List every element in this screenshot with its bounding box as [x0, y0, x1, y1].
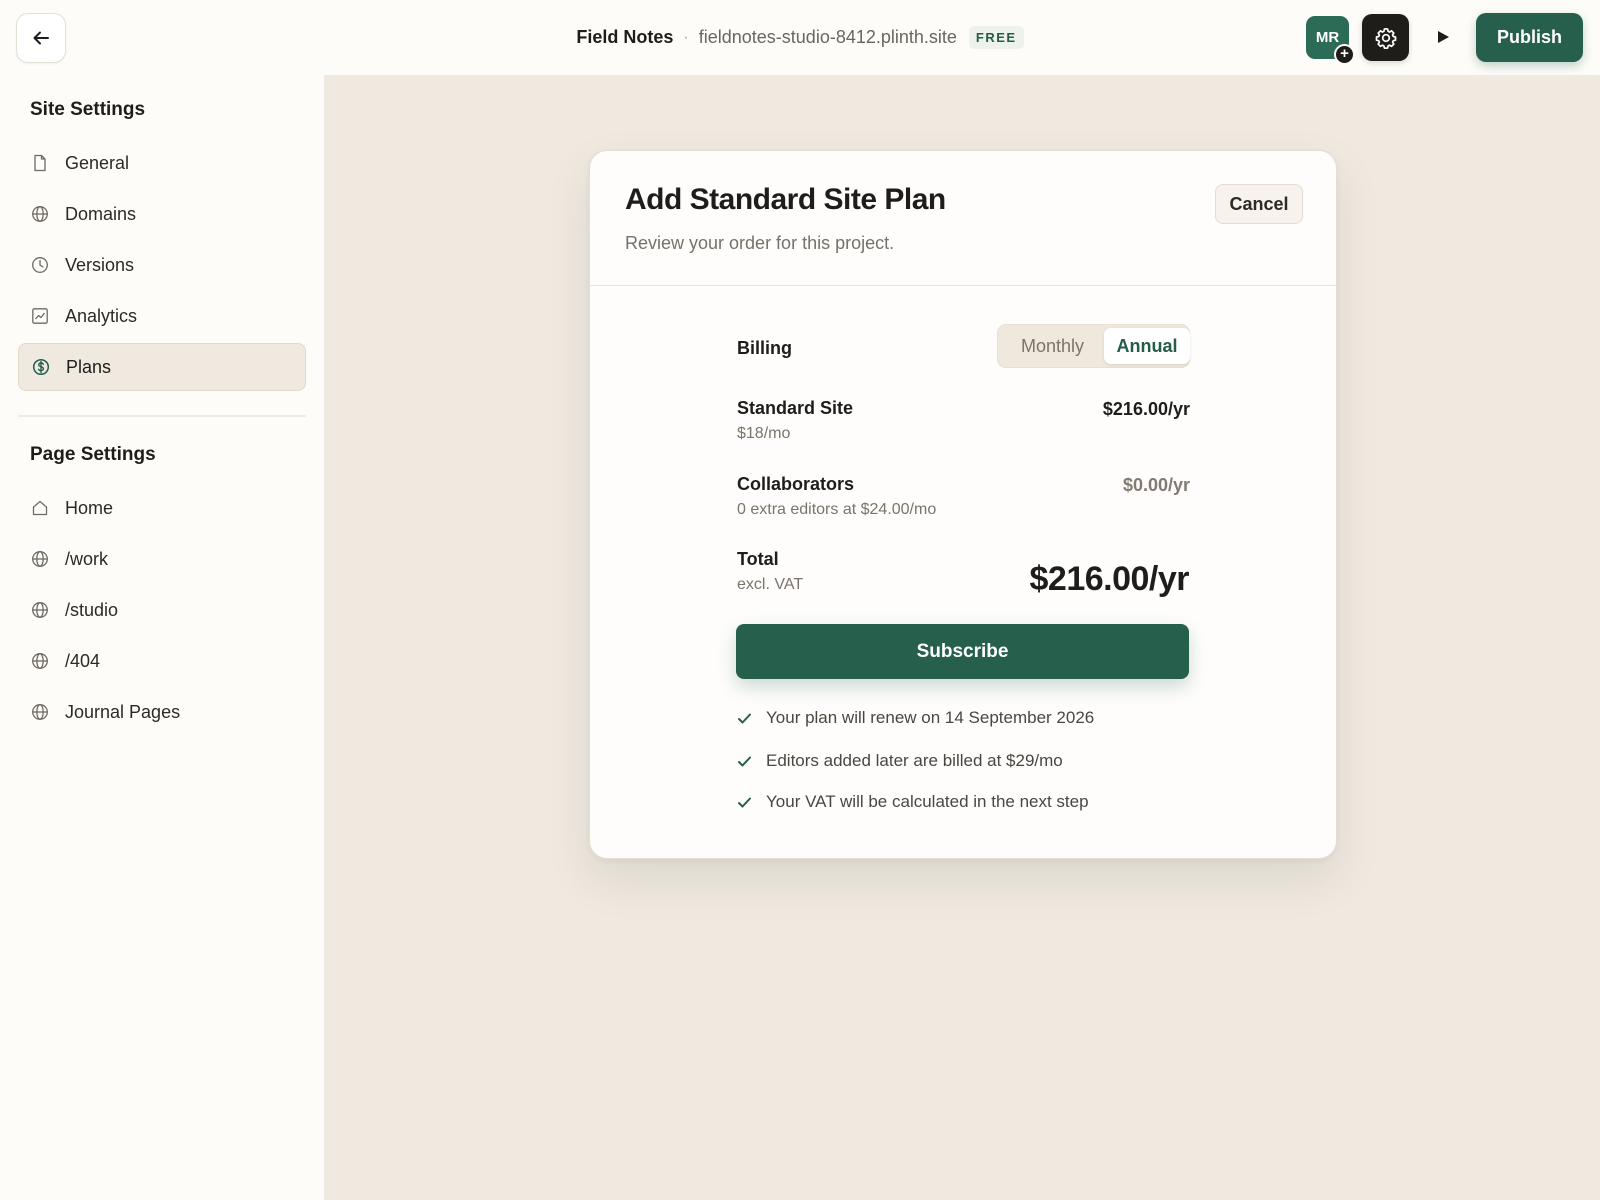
globe-icon	[30, 651, 50, 671]
total-label: Total	[737, 549, 779, 569]
avatar[interactable]: MR +	[1306, 16, 1355, 65]
globe-icon	[30, 204, 50, 224]
collaborators-price: $0.00/yr	[1122, 475, 1190, 495]
page-settings-title: Page Settings	[30, 444, 156, 465]
sidebar-item-label: General	[65, 152, 130, 173]
billing-toggle: Monthly Annual	[997, 324, 1190, 368]
sidebar-item-label: Domains	[65, 203, 137, 224]
sidebar-item-studio[interactable]: /studio	[18, 586, 306, 634]
chart-icon	[30, 306, 50, 326]
site-url[interactable]: fieldnotes-studio-8412.plinth.site	[699, 27, 957, 48]
preview-button[interactable]	[1430, 24, 1456, 50]
sidebar-item-domains[interactable]: Domains	[18, 190, 306, 238]
sidebar-item-general[interactable]: General	[18, 139, 306, 187]
sidebar-item-journal-pages[interactable]: Journal Pages	[18, 688, 306, 736]
billing-label: Billing	[737, 338, 792, 358]
sidebar-item-label: Plans	[66, 356, 112, 377]
clock-icon	[30, 255, 50, 275]
sidebar-item-work[interactable]: /work	[18, 535, 306, 583]
sidebar-item-label: /studio	[65, 599, 119, 620]
dollar-circle-icon	[31, 357, 51, 377]
sidebar-item-analytics[interactable]: Analytics	[18, 292, 306, 340]
sidebar-item-plans[interactable]: Plans	[18, 343, 306, 391]
cancel-button[interactable]: Cancel	[1215, 184, 1303, 224]
collaborators-label: Collaborators	[737, 474, 855, 494]
plan-badge: FREE	[968, 26, 1024, 49]
sidebar-item-label: Versions	[65, 254, 135, 275]
sidebar-item-label: /work	[65, 548, 109, 569]
plan-dialog: Add Standard Site Plan Review your order…	[589, 150, 1337, 859]
sidebar-item-label: Home	[65, 497, 114, 518]
billing-option-monthly[interactable]: Monthly	[1001, 328, 1104, 364]
top-bar: Field Notes · fieldnotes-studio-8412.pli…	[0, 0, 1600, 75]
home-icon	[30, 498, 50, 518]
gear-icon	[1375, 27, 1396, 49]
add-collaborator-icon[interactable]: +	[1334, 44, 1355, 65]
billing-option-annual[interactable]: Annual	[1104, 328, 1190, 364]
site-info: Field Notes · fieldnotes-studio-8412.pli…	[0, 0, 1600, 75]
site-name: Field Notes	[576, 27, 674, 47]
subscribe-button[interactable]: Subscribe	[736, 624, 1189, 679]
sidebar-item-label: /404	[65, 650, 101, 671]
separator-dot: ·	[683, 28, 689, 46]
avatar-initials: MR	[1315, 29, 1340, 46]
total-price: $216.00/yr	[1029, 560, 1190, 598]
standard-site-label: Standard Site	[737, 398, 854, 418]
sidebar-item-home[interactable]: Home	[18, 484, 306, 532]
collaborators-detail: 0 extra editors at $24.00/mo	[737, 501, 937, 518]
sidebar-item-label: Analytics	[65, 305, 138, 326]
standard-site-rate: $18/mo	[737, 425, 791, 442]
globe-icon	[30, 702, 50, 722]
settings-button[interactable]	[1362, 14, 1409, 61]
file-icon	[30, 153, 50, 173]
site-settings-title: Site Settings	[30, 99, 146, 120]
sidebar-item-versions[interactable]: Versions	[18, 241, 306, 289]
total-tax-note: excl. VAT	[737, 576, 804, 593]
standard-site-price: $216.00/yr	[1102, 399, 1190, 419]
play-icon	[1438, 31, 1449, 43]
globe-icon	[30, 549, 50, 569]
sidebar-item-label: Journal Pages	[65, 701, 181, 722]
arrow-left-icon	[33, 31, 49, 45]
sidebar-item-404[interactable]: /404	[18, 637, 306, 685]
publish-button[interactable]: Publish	[1476, 13, 1583, 62]
sidebar-divider	[18, 415, 306, 417]
order-summary: Billing Monthly Annual Standard Site $18…	[737, 151, 1190, 851]
sidebar: Site Settings General Domains Versions A…	[0, 75, 324, 1200]
globe-icon	[30, 600, 50, 620]
back-button[interactable]	[16, 13, 66, 63]
